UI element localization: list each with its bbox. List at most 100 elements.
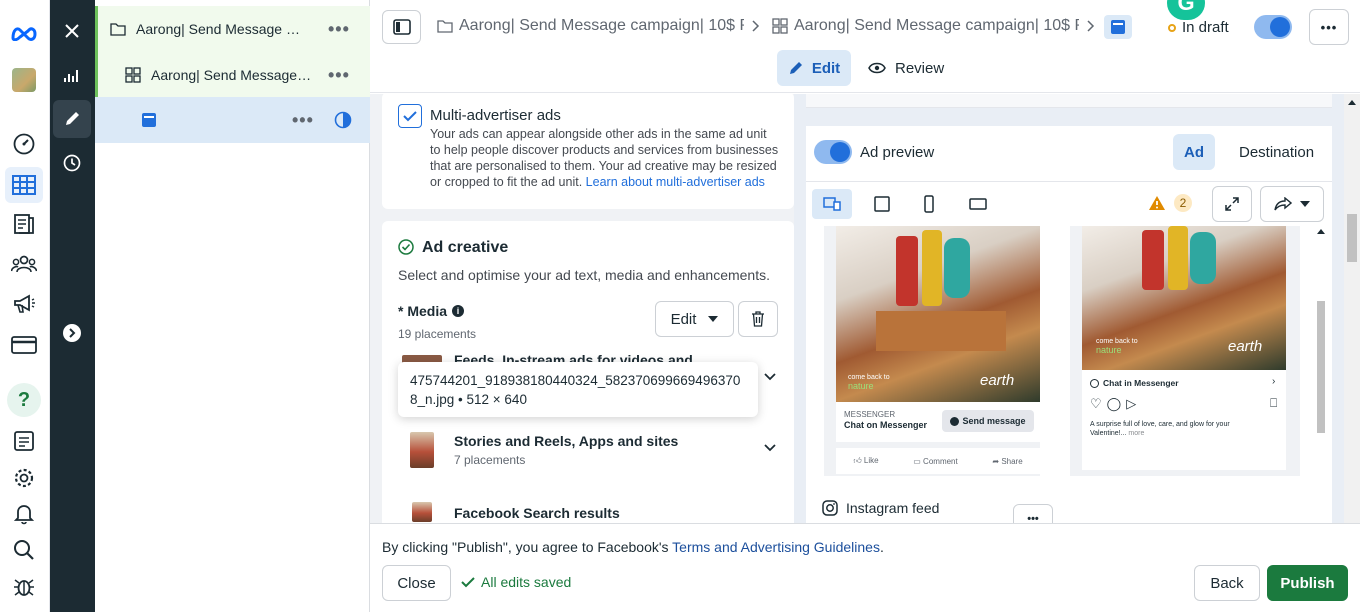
placement-row-search-title[interactable]: Facebook Search results [454, 505, 620, 521]
save-status-text: All edits saved [481, 574, 572, 590]
breadcrumb-adset[interactable]: Aarong| Send Message campaign| 10$ Pe [772, 17, 1079, 35]
horizontal-format-icon[interactable] [969, 198, 987, 210]
view-all-devices-button[interactable] [812, 189, 852, 219]
multi-advertiser-card: Multi-advertiser ads Your ads can appear… [382, 94, 794, 209]
adset-grid-icon [772, 18, 788, 34]
bug-report-icon[interactable] [5, 568, 43, 604]
instagram-feed-heading: Instagram feed [822, 500, 939, 516]
tab-destination[interactable]: Destination [1239, 144, 1314, 161]
close-editor-icon[interactable] [53, 12, 91, 50]
page-scrollbar[interactable] [1344, 94, 1360, 523]
grammar-assistant-icon[interactable]: G [1167, 0, 1205, 20]
placement-row-feeds-title[interactable]: Feeds, In-stream ads for videos and [454, 352, 693, 362]
warnings-indicator[interactable]: 2 [1148, 194, 1192, 212]
settings-gear-icon[interactable] [5, 460, 43, 496]
dashboard-icon[interactable] [5, 126, 43, 162]
vertical-format-icon[interactable] [924, 195, 934, 213]
history-clock-icon[interactable] [53, 144, 91, 182]
breadcrumb-ad[interactable] [1104, 15, 1132, 39]
tree-item-ad[interactable]: ••• [95, 97, 370, 143]
preview-scroll-area: come back to nature earth MESSENGER Chat … [806, 226, 1332, 523]
multi-device-icon [823, 197, 841, 211]
ig-caption: A surprise full of love, care, and glow … [1090, 421, 1230, 437]
media-edit-button[interactable]: Edit [655, 301, 734, 337]
info-icon[interactable]: i [452, 305, 465, 317]
publish-agreement-text: By clicking "Publish", you agree to Face… [382, 539, 884, 555]
fb-brand-logo: earth [980, 372, 1015, 389]
share-arrow-icon [1274, 197, 1292, 211]
tooltip-line-1: 475744201_918938180440324_58237069966949… [410, 373, 741, 388]
help-icon[interactable]: ? [5, 382, 43, 418]
meta-logo-icon[interactable] [5, 15, 43, 51]
ad-more-button[interactable]: ••• [292, 110, 314, 131]
tab-ad-preview[interactable]: Ad [1173, 134, 1215, 170]
ig-details: Chat in Messenger › ♡◯▷ ⎕ A surprise ful… [1082, 370, 1286, 470]
comment-icon: ▭ [913, 456, 921, 466]
search-icon[interactable] [5, 532, 43, 568]
ads-announce-icon[interactable] [5, 286, 43, 322]
ad-creative-subtitle: Select and optimise your ad text, media … [398, 267, 770, 283]
multi-advertiser-checkbox[interactable] [398, 104, 422, 128]
close-button[interactable]: Close [382, 565, 451, 601]
breadcrumb-campaign[interactable]: Aarong| Send Message campaign| 10$ Pe [437, 17, 744, 35]
ad-icon [1111, 20, 1125, 34]
adset-more-button[interactable]: ••• [328, 65, 350, 86]
account-avatar[interactable] [5, 62, 43, 98]
stories-thumbnail [410, 432, 434, 468]
reports-icon[interactable] [5, 423, 43, 459]
square-format-icon[interactable] [874, 196, 890, 212]
status-badge: In draft [1168, 19, 1229, 36]
campaign-more-button[interactable]: ••• [328, 19, 350, 40]
more-options-button[interactable]: ••• [1309, 9, 1349, 45]
expand-icon [1225, 197, 1239, 211]
product-tube-teal [1190, 232, 1216, 284]
delete-media-button[interactable] [738, 301, 778, 337]
product-bottle-yellow [922, 230, 942, 306]
fb-cta-source: MESSENGER [844, 410, 896, 419]
expand-panel-icon[interactable] [53, 314, 91, 352]
placement-row-stories-title[interactable]: Stories and Reels, Apps and sites [454, 433, 678, 449]
media-placements-count: 19 placements [398, 327, 477, 341]
notifications-bell-icon[interactable] [5, 496, 43, 532]
fb-ad-image: come back to nature earth [836, 226, 1040, 402]
preview-header: Ad preview Ad Destination [806, 126, 1332, 182]
billing-icon[interactable] [5, 327, 43, 363]
tab-edit[interactable]: Edit [777, 50, 851, 86]
fb-cta-text: Chat on Messenger [844, 420, 928, 430]
tree-item-campaign[interactable]: Aarong| Send Message ca... ••• [95, 6, 370, 52]
folder-icon [110, 23, 126, 36]
product-bottle-red [1142, 230, 1164, 290]
tree-item-adset[interactable]: Aarong| Send Message c... ••• [95, 52, 370, 98]
contrast-half-circle-icon[interactable] [334, 111, 352, 129]
chevron-right-icon [752, 20, 760, 32]
multi-advertiser-link[interactable]: Learn about multi-advertiser ads [586, 175, 765, 189]
checkmark-icon [461, 576, 475, 587]
tab-review[interactable]: Review [868, 50, 944, 86]
chevron-down-icon[interactable] [764, 444, 776, 452]
ad-active-toggle[interactable] [1254, 15, 1292, 39]
terms-link[interactable]: Terms and Advertising Guidelines [672, 539, 880, 555]
ad-icon [142, 113, 156, 127]
toggle-sidebar-button[interactable] [382, 10, 421, 44]
gift-box [876, 311, 1006, 351]
expand-preview-button[interactable] [1212, 186, 1252, 222]
analytics-icon[interactable] [53, 56, 91, 94]
campaigns-table-icon[interactable] [5, 167, 43, 203]
edit-pencil-icon[interactable] [53, 100, 91, 138]
catalog-icon[interactable] [5, 206, 43, 242]
back-button[interactable]: Back [1194, 565, 1260, 601]
caret-down-icon [1300, 201, 1310, 207]
checkmark-icon [403, 110, 417, 121]
preview-scrollbar[interactable] [1315, 226, 1327, 523]
editor-header: Aarong| Send Message campaign| 10$ Pe Aa… [370, 0, 1360, 93]
ad-preview-toggle[interactable] [814, 140, 852, 164]
caret-down-icon [708, 316, 719, 322]
media-edit-label: Edit [670, 310, 697, 328]
fb-cta-bar: MESSENGER Chat on Messenger Send message [836, 402, 1040, 442]
instagram-feed-more-button[interactable]: ••• [1013, 504, 1053, 523]
ig-brand-tagline: come back to nature [1096, 338, 1138, 355]
audiences-icon[interactable] [5, 246, 43, 282]
share-preview-button[interactable] [1260, 186, 1324, 222]
publish-button[interactable]: Publish [1267, 565, 1348, 601]
chevron-down-icon[interactable] [764, 373, 776, 381]
